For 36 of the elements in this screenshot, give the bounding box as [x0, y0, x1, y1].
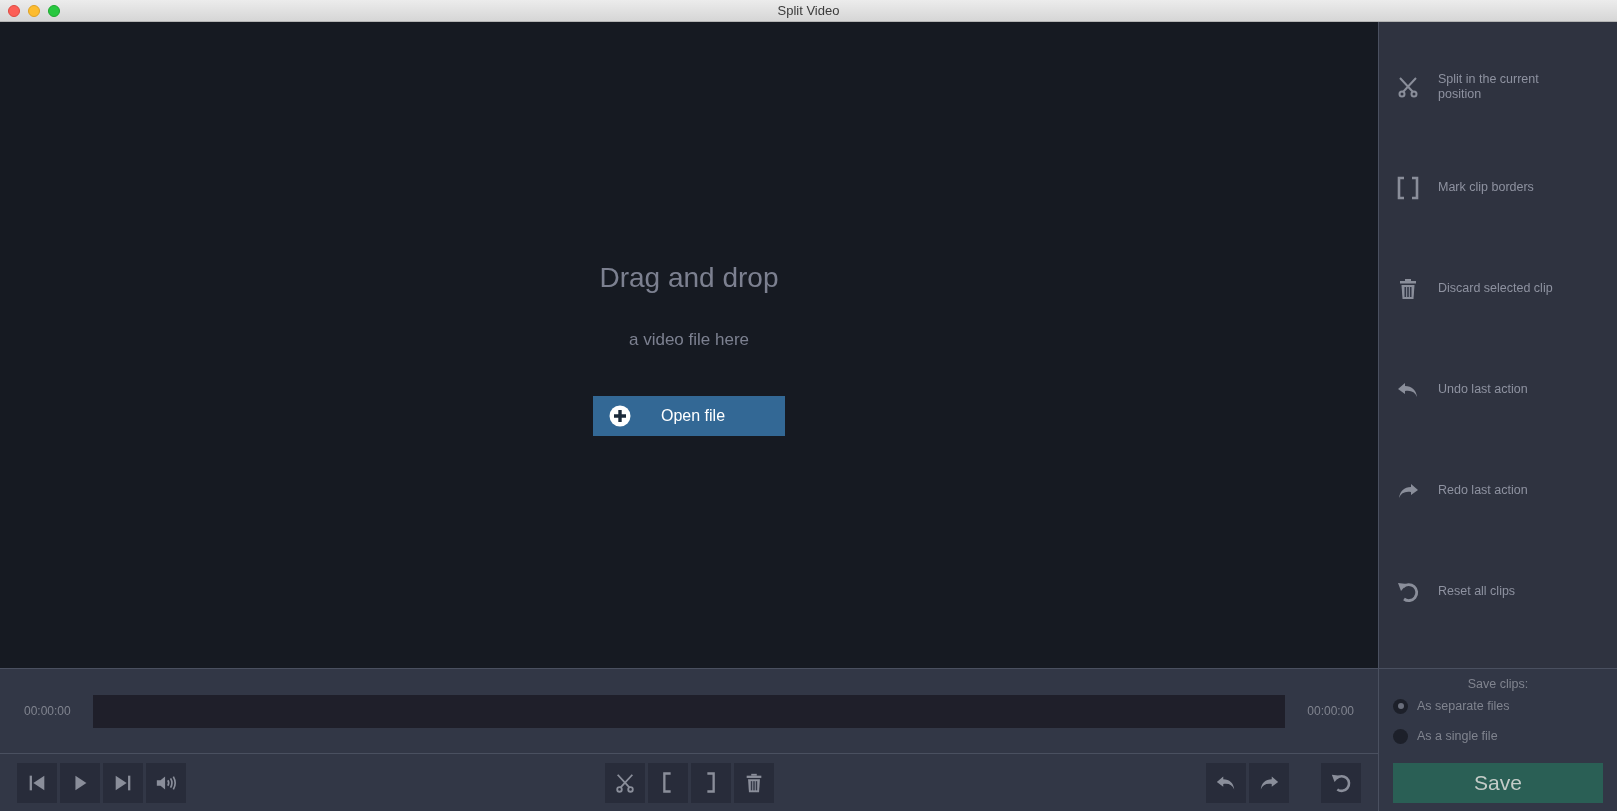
toolbar-button[interactable]: [146, 762, 186, 803]
scissors-icon: [613, 771, 636, 794]
toolbar-button[interactable]: [647, 762, 688, 803]
toolbar-button[interactable]: [733, 762, 774, 803]
open-file-button[interactable]: Open file: [593, 396, 785, 436]
toolbar-button[interactable]: [1206, 762, 1246, 803]
close-button[interactable]: [8, 4, 20, 17]
brackets-icon: [1396, 175, 1420, 200]
toolbar-button[interactable]: [1321, 762, 1361, 803]
toolbar-button[interactable]: [60, 762, 100, 803]
save-option-radio[interactable]: As separate files: [1393, 691, 1603, 721]
action-label[interactable]: Redo last action: [1438, 483, 1528, 498]
action-label[interactable]: Undo last action: [1438, 382, 1528, 397]
toolbar-button[interactable]: [1249, 762, 1289, 803]
timeline-track[interactable]: [92, 694, 1286, 728]
zoom-button[interactable]: [48, 4, 60, 17]
right-bracket-icon: [706, 772, 715, 793]
action-label[interactable]: Reset all clips: [1438, 584, 1516, 599]
start-time: 00:00:00: [24, 704, 71, 718]
end-time: 00:00:00: [1307, 704, 1354, 718]
action-label[interactable]: Split in the current position: [1438, 71, 1563, 102]
save-button[interactable]: Save: [1393, 763, 1603, 803]
action-label[interactable]: Discard selected clip: [1438, 281, 1553, 296]
left-bracket-icon: [663, 772, 672, 793]
action-label[interactable]: Mark clip borders: [1438, 180, 1534, 195]
plus-icon: [609, 405, 631, 427]
toolbar-button[interactable]: [17, 762, 57, 803]
window-title: Split Video: [777, 3, 840, 18]
save-clips-label: Save clips:: [1467, 677, 1529, 691]
video-drop-area[interactable]: Drag and drop a video file here Open file: [0, 22, 1378, 668]
toolbar-button[interactable]: [690, 762, 731, 803]
toolbar-button[interactable]: [604, 762, 645, 803]
save-option-radio[interactable]: As a single file: [1393, 721, 1603, 751]
drop-heading: Drag and drop: [599, 262, 779, 294]
drop-subtext: a video file here: [629, 330, 749, 350]
toolbar-button[interactable]: [103, 762, 143, 803]
